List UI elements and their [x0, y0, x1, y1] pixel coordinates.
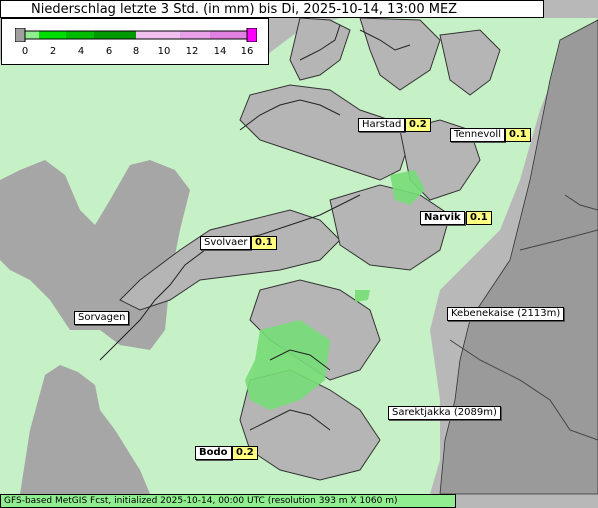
legend-tick: 2 — [49, 46, 57, 57]
legend-tick: 0 — [21, 46, 29, 57]
legend-tick: 16 — [240, 46, 254, 57]
precip-value-bodo: 0.2 — [232, 446, 258, 460]
forecast-footer: GFS-based MetGIS Fcst, initialized 2025-… — [0, 494, 456, 508]
legend-tick: 14 — [213, 46, 227, 57]
precip-value-svolvaer: 0.1 — [251, 236, 277, 250]
legend-color-bar — [15, 28, 257, 42]
precip-value-harstad: 0.2 — [405, 118, 431, 132]
place-label-kebenekaise[interactable]: Kebenekaise (2113m) — [447, 307, 565, 321]
place-label-harstad[interactable]: Harstad — [358, 118, 406, 132]
legend-tick: 4 — [77, 46, 85, 57]
place-label-narvik[interactable]: Narvik — [420, 211, 465, 225]
place-label-sorvagen[interactable]: Sorvagen — [74, 311, 130, 325]
legend-tick: 6 — [105, 46, 113, 57]
precip-legend: 0 2 4 6 8 10 12 14 16 — [1, 18, 269, 65]
legend-tick: 12 — [185, 46, 199, 57]
map-title: Niederschlag letzte 3 Std. (in mm) bis D… — [0, 0, 544, 18]
place-label-bodo[interactable]: Bodo — [195, 446, 232, 460]
place-label-svolvaer[interactable]: Svolvaer — [200, 236, 252, 250]
legend-tick: 10 — [157, 46, 171, 57]
legend-tick: 8 — [132, 46, 140, 57]
place-label-sarektjakka[interactable]: Sarektjakka (2089m) — [388, 406, 501, 420]
precipitation-map — [0, 0, 598, 508]
place-label-tennevoll[interactable]: Tennevoll — [450, 128, 505, 142]
precip-value-tennevoll: 0.1 — [505, 128, 531, 142]
precip-value-narvik: 0.1 — [466, 211, 492, 225]
